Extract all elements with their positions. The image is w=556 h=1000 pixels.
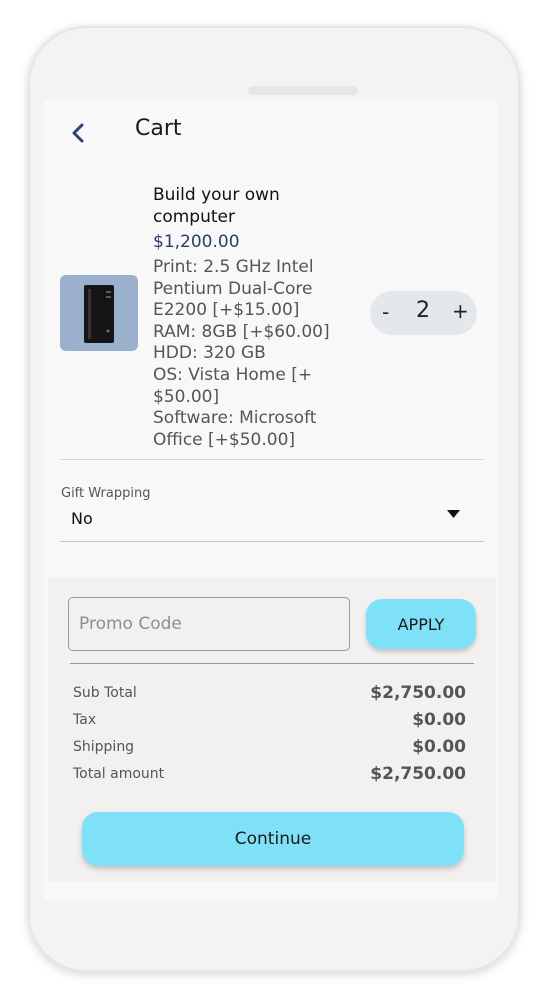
shipping-row: Shipping $0.00 (73, 737, 466, 759)
chevron-left-icon[interactable] (68, 122, 90, 144)
gift-wrapping-label: Gift Wrapping (61, 486, 151, 501)
quantity-value: 2 (416, 298, 430, 323)
tax-row: Tax $0.00 (73, 710, 466, 732)
attribute-line: RAM: 8GB [+$60.00] (153, 321, 330, 342)
product-image (60, 275, 138, 351)
page-title: Cart (135, 116, 182, 141)
increase-quantity-button[interactable]: + (452, 299, 469, 323)
total-value: $2,750.00 (370, 764, 466, 784)
attribute-line: E2200 [+$15.00] (153, 300, 300, 321)
total-value: $2,750.00 (370, 683, 466, 703)
quantity-stepper: - 2 + (370, 291, 477, 335)
gift-wrapping-select[interactable]: No (71, 509, 93, 528)
decrease-quantity-button[interactable]: - (382, 300, 389, 324)
subtotal-row: Sub Total $2,750.00 (73, 683, 466, 705)
computer-tower-icon (84, 285, 114, 343)
attribute-line: HDD: 320 GB (153, 343, 266, 364)
product-name[interactable]: Build your own computer (153, 184, 343, 228)
total-value: $0.00 (412, 710, 466, 730)
attribute-line: Print: 2.5 GHz Intel (153, 257, 314, 277)
divider (70, 663, 474, 664)
attribute-line: OS: Vista Home [+ (153, 364, 313, 385)
promo-code-input[interactable] (68, 597, 350, 651)
total-label: Shipping (73, 739, 135, 755)
total-label: Sub Total (73, 685, 137, 701)
divider (60, 459, 484, 460)
product-attributes: Print: 2.5 GHz Intel Pentium Dual-Core E… (153, 257, 358, 451)
attribute-line: Office [+$50.00] (153, 429, 296, 450)
dropdown-arrow-icon[interactable] (447, 510, 460, 518)
cart-screen: Cart Build your own computer $1,200.00 P… (44, 100, 498, 900)
attribute-line: $50.00] (153, 386, 220, 407)
divider (60, 541, 484, 542)
total-amount-row: Total amount $2,750.00 (73, 764, 466, 786)
attribute-line: Pentium Dual-Core (153, 278, 313, 299)
order-summary-panel: APPLY Sub Total $2,750.00 Tax $0.00 Ship… (48, 577, 496, 882)
attribute-line: Software: Microsoft (153, 408, 317, 429)
total-value: $0.00 (412, 737, 466, 757)
total-label: Tax (73, 712, 97, 728)
phone-speaker (248, 86, 358, 95)
continue-button[interactable]: Continue (82, 812, 464, 866)
total-label: Total amount (73, 766, 165, 782)
apply-button[interactable]: APPLY (366, 599, 476, 649)
product-price: $1,200.00 (153, 232, 240, 252)
